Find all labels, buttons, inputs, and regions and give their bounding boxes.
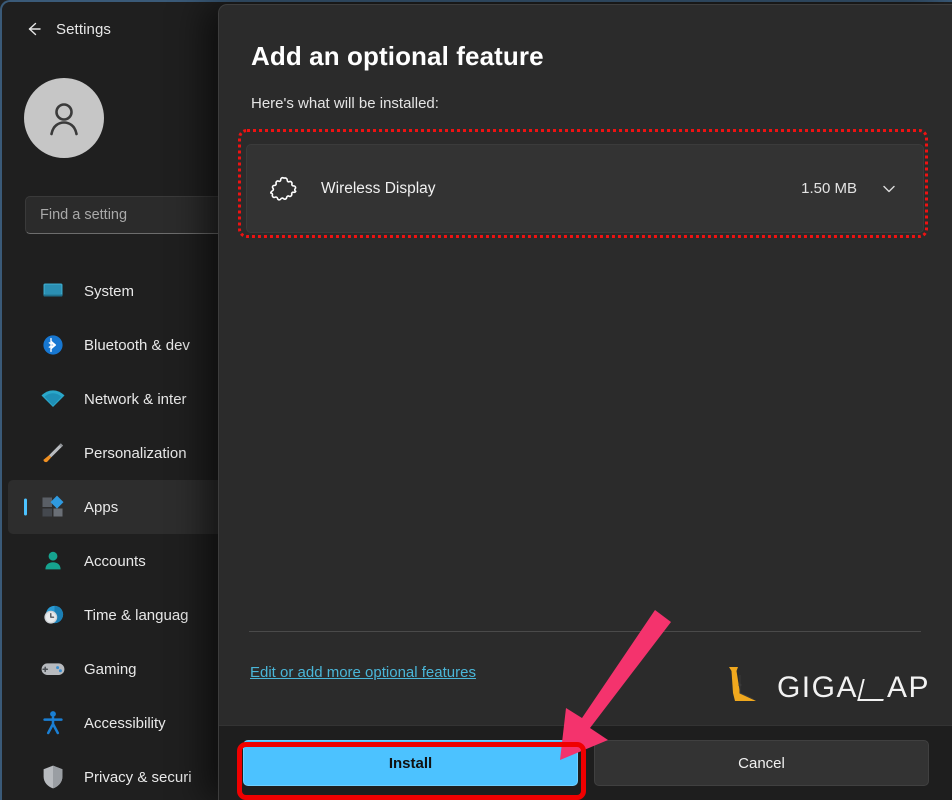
sidebar-item-label: Bluetooth & dev — [84, 336, 190, 354]
sidebar-item-network-internet[interactable]: Network & inter — [8, 372, 226, 426]
sidebar-item-personalization[interactable]: Personalization — [8, 426, 226, 480]
shield-icon — [40, 764, 66, 790]
sidebar-item-accounts[interactable]: Accounts — [8, 534, 226, 588]
feature-name: Wireless Display — [321, 179, 436, 197]
sidebar-item-time-language[interactable]: Time & languag — [8, 588, 226, 642]
settings-sidebar: Settings Find a setting System Bluetooth… — [2, 2, 232, 800]
person-avatar-icon — [24, 78, 104, 158]
avatar[interactable] — [24, 78, 104, 158]
clock-globe-icon — [40, 602, 66, 628]
sidebar-item-label: Personalization — [84, 444, 187, 462]
footer-divider — [249, 631, 921, 632]
bluetooth-icon — [40, 332, 66, 358]
cancel-button[interactable]: Cancel — [594, 740, 929, 786]
gigalap-logo: GIGA AP — [723, 663, 930, 712]
search-placeholder: Find a setting — [40, 207, 128, 223]
sidebar-item-privacy-security[interactable]: Privacy & securi — [8, 750, 226, 800]
add-optional-feature-dialog: Add an optional feature Here's what will… — [218, 4, 952, 800]
gamepad-icon — [40, 656, 66, 682]
logo-l-glyph — [857, 678, 889, 701]
paintbrush-icon — [40, 440, 66, 466]
logo-text-a: GIGA — [776, 670, 858, 704]
app-title: Settings — [56, 20, 111, 38]
sidebar-item-label: Apps — [84, 498, 119, 516]
sidebar-item-label: Privacy & securi — [84, 768, 192, 786]
apps-icon — [40, 494, 66, 520]
sidebar-item-label: Time & languag — [84, 606, 189, 624]
accessibility-icon — [40, 710, 66, 736]
sidebar-item-label: Network & inter — [84, 390, 187, 408]
settings-titlebar: Settings — [2, 2, 232, 56]
sidebar-item-label: Accessibility — [84, 714, 166, 732]
sidebar-item-label: Gaming — [84, 660, 137, 678]
sidebar-item-bluetooth-devices[interactable]: Bluetooth & dev — [8, 318, 226, 372]
sidebar-item-label: System — [84, 282, 135, 300]
screenshot-root: Settings Find a setting System Bluetooth… — [0, 0, 952, 800]
install-button[interactable]: Install — [243, 740, 578, 786]
sidebar-nav-list: System Bluetooth & dev Network & inter P… — [2, 264, 232, 800]
dialog-subtitle: Here's what will be installed: — [251, 95, 439, 112]
search-input[interactable]: Find a setting — [25, 196, 225, 234]
puzzle-feature-icon — [269, 174, 299, 204]
monitor-icon — [40, 278, 66, 304]
sidebar-item-label: Accounts — [84, 552, 146, 570]
page-title: Add an optional feature — [251, 41, 544, 71]
logo-text-b: AP — [886, 670, 930, 704]
wifi-icon — [40, 386, 66, 412]
dialog-footer: Install Cancel — [219, 725, 952, 800]
gigalap-logo-text: GIGA AP — [777, 671, 930, 705]
sidebar-item-gaming[interactable]: Gaming — [8, 642, 226, 696]
gigalap-laptop-mark-icon — [723, 663, 763, 712]
chevron-down-icon[interactable] — [879, 179, 899, 199]
feature-list-item-wireless-display[interactable]: Wireless Display 1.50 MB — [246, 144, 924, 233]
sidebar-item-system[interactable]: System — [8, 264, 226, 318]
sidebar-item-apps[interactable]: Apps — [8, 480, 226, 534]
sidebar-item-accessibility[interactable]: Accessibility — [8, 696, 226, 750]
person-icon — [40, 548, 66, 574]
feature-size: 1.50 MB — [801, 180, 857, 197]
edit-optional-features-link[interactable]: Edit or add more optional features — [250, 664, 476, 681]
back-arrow-icon[interactable] — [16, 12, 50, 46]
